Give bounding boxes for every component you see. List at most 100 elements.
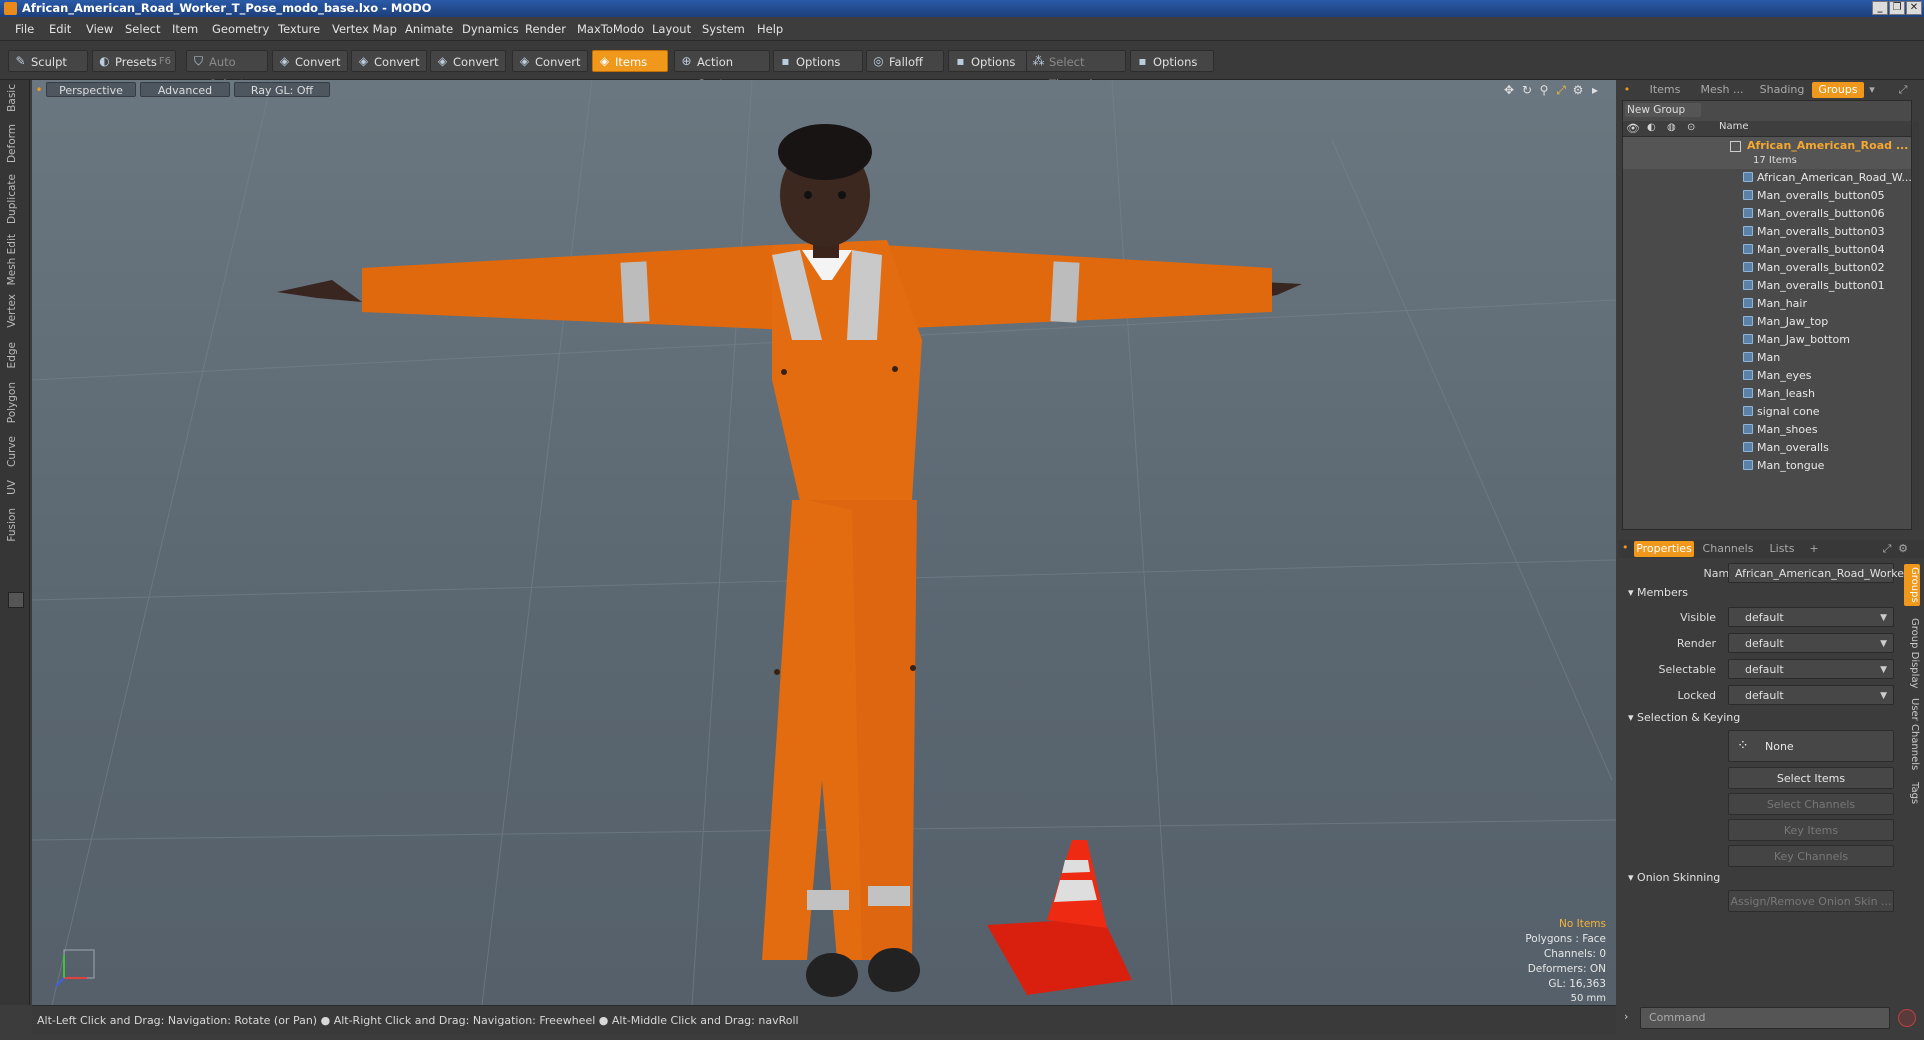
menu-select[interactable]: Select [125,22,160,36]
render-dropdown[interactable]: default ▼ [1728,633,1894,653]
auto-select-button[interactable]: ⛉Auto Select [186,50,268,91]
render-icon[interactable]: ◐ [1647,122,1656,133]
group-row-selected[interactable]: African_American_Road ... 17 Items [1623,137,1911,169]
select-options-button[interactable]: ▪ Options [1130,50,1214,72]
side-tab-groups[interactable]: Groups [1904,564,1920,606]
add-tab-icon[interactable]: + [1808,541,1820,557]
lock-icon[interactable]: ⊙ [1687,122,1695,133]
view-mode-dropdown[interactable]: Perspective [46,82,136,97]
menu-maxtomodo[interactable]: MaxToModo [577,22,644,36]
menu-help[interactable]: Help [757,22,783,36]
key-channels-button[interactable]: Key Channels [1728,845,1894,867]
tab-mesh[interactable]: Mesh ... [1694,82,1750,98]
menu-render[interactable]: Render [525,22,566,36]
selection-keying-section[interactable]: ▾ Selection & Keying [1628,711,1740,724]
gear-icon[interactable]: ⚙ [1571,83,1585,97]
list-item[interactable]: Man_overalls_button05 [1623,187,1911,205]
convert-vertices-button[interactable]: ◈ Convert [272,50,348,72]
close-button[interactable]: ✕ [1906,1,1922,15]
list-item[interactable]: Man_overalls_button04 [1623,241,1911,259]
list-item[interactable]: Man_shoes [1623,421,1911,439]
viewport-menu-icon[interactable]: • [32,83,46,97]
tab-deform[interactable]: Deform [6,124,24,163]
tab-channels[interactable]: Channels [1700,541,1756,557]
locked-dropdown[interactable]: default ▼ [1728,685,1894,705]
list-item[interactable]: Man_overalls [1623,439,1911,457]
menu-item[interactable]: Item [172,22,198,36]
side-tab-tags[interactable]: Tags [1904,782,1920,804]
side-tab-user-channels[interactable]: User Channels [1904,698,1920,770]
falloff-button[interactable]: ◎ Falloff [866,50,944,72]
key-items-button[interactable]: Key Items [1728,819,1894,841]
tab-properties[interactable]: Properties [1634,541,1694,557]
select-channels-button[interactable]: Select Channels [1728,793,1894,815]
list-item[interactable]: Man_overalls_button01 [1623,277,1911,295]
list-item[interactable]: Man_overalls_button03 [1623,223,1911,241]
panel-menu-icon[interactable]: • [1622,82,1632,98]
tab-items[interactable]: Items [1640,82,1690,98]
menu-animate[interactable]: Animate [405,22,453,36]
raygl-toggle[interactable]: Ray GL: Off [234,82,330,97]
maximize-button[interactable]: ❐ [1889,1,1905,15]
tab-curve[interactable]: Curve [6,436,24,467]
list-item[interactable]: signal cone [1623,403,1911,421]
tool-expand-button[interactable] [8,592,24,608]
3d-viewport[interactable]: • Perspective Advanced Ray GL: Off ✥ ↻ ⚲… [32,80,1616,1005]
tab-duplicate[interactable]: Duplicate [6,174,24,224]
presets-button[interactable]: ◐ Presets F6 [92,50,176,72]
menu-file[interactable]: File [15,22,34,36]
members-section[interactable]: ▾ Members [1628,586,1688,599]
list-item[interactable]: African_American_Road_W... [1623,169,1912,187]
onion-skinning-section[interactable]: ▾ Onion Skinning [1628,871,1720,884]
record-icon[interactable] [1898,1009,1916,1027]
zoom-view-icon[interactable]: ⚲ [1537,83,1551,97]
shading-dropdown[interactable]: Advanced [140,82,230,97]
list-item[interactable]: Man_overalls_button02 [1623,259,1911,277]
visibility-eye-icon[interactable]: 👁 [1626,122,1640,135]
select-lock-icon[interactable]: ◍ [1667,122,1676,133]
list-item[interactable]: Man_Jaw_top [1623,313,1911,331]
menu-dynamics[interactable]: Dynamics [462,22,519,36]
tab-mesh-edit[interactable]: Mesh Edit [6,234,24,285]
menu-layout[interactable]: Layout [652,22,691,36]
tab-basic[interactable]: Basic [6,84,24,112]
action-center-options-button[interactable]: ▪ Options [773,50,863,72]
new-group-button[interactable]: New Group [1625,103,1701,117]
tab-vertex[interactable]: Vertex [6,294,24,328]
assign-onion-skin-button[interactable]: Assign/Remove Onion Skin ... [1728,890,1894,912]
menu-texture[interactable]: Texture [278,22,320,36]
minimize-button[interactable]: _ [1872,1,1888,15]
tab-fusion[interactable]: Fusion [6,508,24,542]
none-button[interactable]: ⁘ None [1728,730,1894,762]
select-items-button[interactable]: Select Items [1728,767,1894,789]
group-name-field[interactable]: African_American_Road_Worker [1728,563,1909,583]
menu-edit[interactable]: Edit [49,22,71,36]
command-input[interactable]: Command [1640,1007,1890,1029]
list-scrollbar[interactable] [1913,121,1919,529]
tab-lists[interactable]: Lists [1760,541,1804,557]
visible-dropdown[interactable]: default ▼ [1728,607,1894,627]
list-item[interactable]: Man_eyes [1623,367,1911,385]
items-mode-button[interactable]: ◈ Items [592,50,668,72]
fit-view-icon[interactable]: ⤢ [1554,83,1568,97]
list-item[interactable]: Man_leash [1623,385,1911,403]
action-center-button[interactable]: ⊕Action Center [674,50,770,91]
move-view-icon[interactable]: ✥ [1502,83,1516,97]
properties-gear-icon[interactable]: ⚙ [1896,541,1910,557]
list-item[interactable]: Man_tongue [1623,457,1911,475]
list-item[interactable]: Man [1623,349,1911,367]
convert-polygons-button[interactable]: ◈ Convert [430,50,506,72]
tab-groups[interactable]: Groups [1812,82,1864,98]
panel-expand-icon[interactable]: ⤢ [1896,82,1910,98]
menu-view[interactable]: View [86,22,113,36]
menu-system[interactable]: System [702,22,745,36]
tab-edge[interactable]: Edge [6,342,24,368]
list-item[interactable]: Man_hair [1623,295,1911,313]
menu-geometry[interactable]: Geometry [212,22,269,36]
convert-edges-button[interactable]: ◈ Convert [351,50,427,72]
properties-menu-icon[interactable]: • [1622,541,1629,554]
expand-arrow-icon[interactable]: ▸ [1588,83,1602,97]
list-item[interactable]: Man_overalls_button06 [1623,205,1911,223]
select-through-button[interactable]: ⁂Select Through [1026,50,1126,91]
selectable-dropdown[interactable]: default ▼ [1728,659,1894,679]
